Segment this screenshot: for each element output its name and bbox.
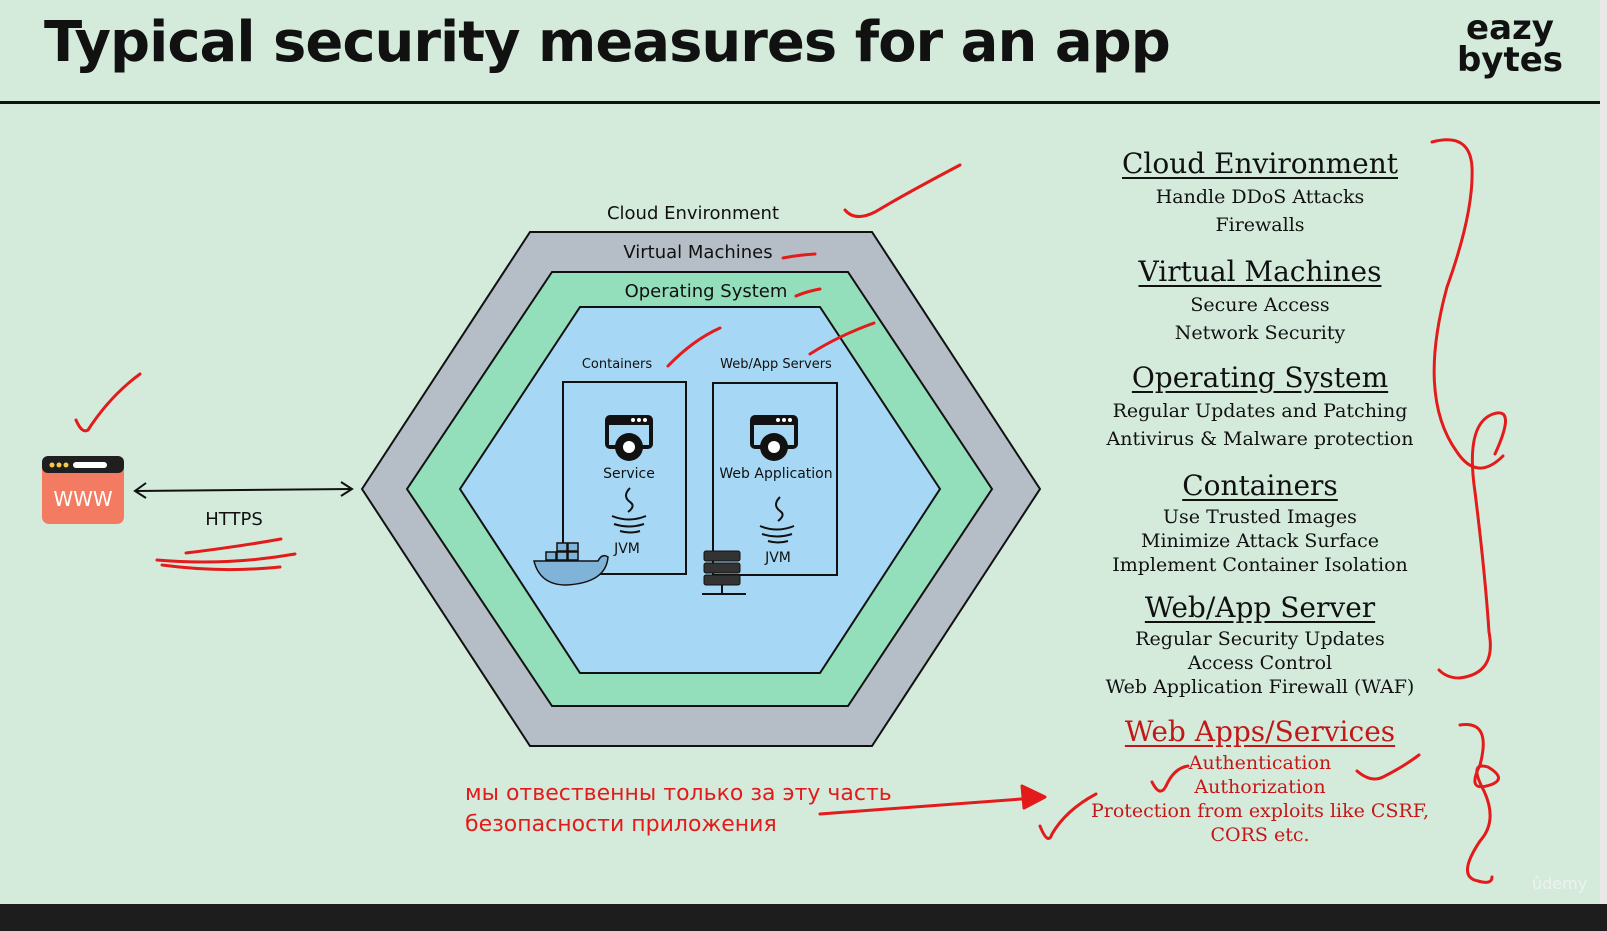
security-measures-list: Cloud Environment Handle DDoS Attacks Fire… — [1070, 145, 1450, 847]
pointer-arrow-head — [1020, 784, 1047, 810]
measure-item: Use Trusted Images — [1163, 506, 1357, 528]
measure-heading: Cloud Environment — [1121, 147, 1399, 180]
measure-heading: Web/App Server — [1144, 591, 1376, 624]
measure-item: Authorization — [1194, 776, 1326, 798]
measure-section-web-app-server: Web/App Server Regular Security Updates Ac… — [1070, 589, 1450, 699]
check-mark-cloud — [843, 163, 962, 218]
measure-item: Firewalls — [1215, 214, 1305, 236]
https-underline-1 — [155, 552, 297, 564]
measure-item: CORS etc. — [1210, 824, 1310, 846]
measure-section-cloud-environment: Cloud Environment Handle DDoS Attacks Fire… — [1070, 145, 1450, 239]
measure-item: Network Security — [1174, 322, 1346, 344]
slide: Typical security measures for an app eaz… — [0, 0, 1600, 904]
measure-heading: Operating System — [1131, 361, 1389, 394]
check-mark-www — [74, 372, 142, 433]
service-label: Service — [603, 466, 655, 482]
measure-item: Antivirus & Malware protection — [1106, 428, 1414, 450]
measure-item: Handle DDoS Attacks — [1155, 186, 1365, 208]
web-application-label: Web Application — [719, 466, 832, 482]
cloud-environment-label: Cloud Environment — [607, 203, 779, 224]
measure-item: Implement Container Isolation — [1112, 554, 1408, 576]
web-app-servers-label: Web/App Servers — [720, 357, 832, 372]
measure-item: Secure Access — [1190, 294, 1330, 316]
measure-section-virtual-machines: Virtual Machines Secure Access Network Sec… — [1070, 253, 1450, 347]
bracket-bottom — [1458, 723, 1500, 884]
video-bottom-bar — [0, 904, 1607, 931]
virtual-machines-label: Virtual Machines — [623, 242, 772, 263]
https-label: HTTPS — [205, 509, 263, 530]
measure-item: Regular Updates and Patching — [1112, 400, 1408, 422]
jvm-label-2: JVM — [764, 550, 791, 566]
measure-item: Protection from exploits like CSRF, — [1090, 800, 1430, 822]
measure-section-operating-system: Operating System Regular Updates and Patc… — [1070, 359, 1450, 453]
www-label: WWW — [53, 487, 113, 511]
jvm-label-1: JVM — [613, 541, 640, 557]
measure-heading: Containers — [1182, 469, 1338, 502]
measure-item: Web Application Firewall (WAF) — [1105, 676, 1415, 698]
measure-item: Authentication — [1188, 752, 1332, 774]
udemy-watermark: ûdemy — [1532, 874, 1588, 893]
measure-item: Access Control — [1187, 652, 1333, 674]
measure-section-web-apps-services: Web Apps/Services Authentication Authoriza… — [1070, 713, 1450, 847]
https-underline-2 — [184, 537, 283, 555]
window-edge — [1600, 0, 1607, 904]
measure-section-containers: Containers Use Trusted Images Minimize Att… — [1070, 467, 1450, 577]
measure-heading: Virtual Machines — [1138, 255, 1382, 288]
containers-label: Containers — [582, 357, 653, 372]
measure-heading: Web Apps/Services — [1124, 715, 1396, 748]
measure-item: Regular Security Updates — [1135, 628, 1385, 650]
operating-system-label: Operating System — [625, 281, 788, 302]
note-line-2: безопасности приложения — [465, 812, 777, 837]
note-line-1: мы отвественны только за эту часть — [465, 781, 892, 806]
responsibility-note: мы отвественны только за эту часть безоп… — [465, 778, 892, 840]
https-underline-3 — [160, 563, 282, 572]
https-arrow — [133, 481, 354, 499]
measure-item: Minimize Attack Surface — [1141, 530, 1379, 552]
